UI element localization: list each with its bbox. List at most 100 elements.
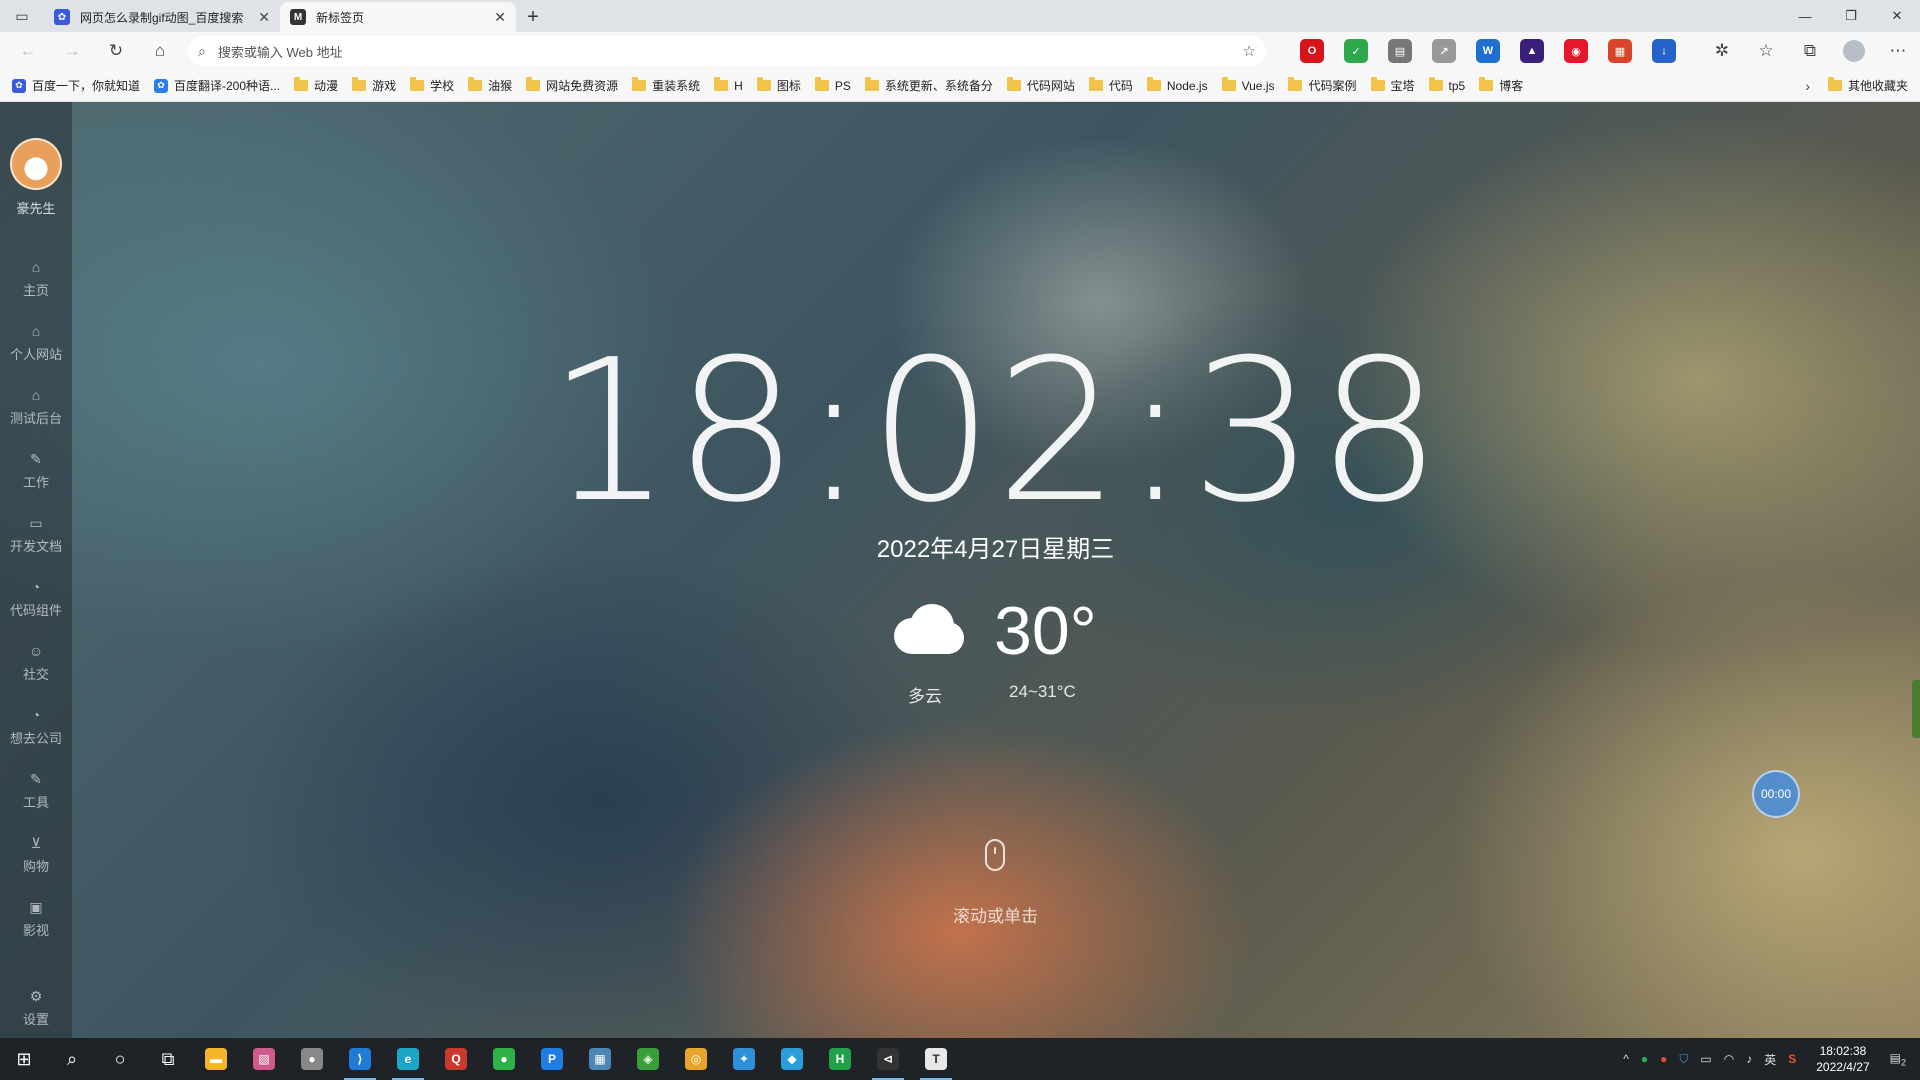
qq-icon[interactable]: Q bbox=[432, 1038, 480, 1080]
apps-ext-icon[interactable]: ▦ bbox=[1608, 39, 1632, 63]
taskbar-glyph: ○ bbox=[114, 1048, 126, 1069]
wifi-icon[interactable]: ◠ bbox=[1724, 1052, 1734, 1066]
address-placeholder: 搜索或输入 Web 地址 bbox=[217, 44, 343, 60]
address-bar[interactable]: ⌕ 搜索或输入 Web 地址 ☆ bbox=[188, 36, 1266, 66]
bookmark-item[interactable]: 宝塔 bbox=[1370, 77, 1415, 94]
taskview-icon[interactable]: ⧉ bbox=[144, 1038, 192, 1080]
new-tab-button[interactable]: + bbox=[516, 2, 550, 32]
new-tab-page[interactable]: 豪先生 ⌂ 主页 ⌂ 个人网站 ⌂ 测试后台 ✎ 工作 ▭ 开发文档 ◔ 代码组件 ☺ 社交… bbox=[0, 102, 1920, 1038]
sidebar-item-0[interactable]: ⌂ 主页 bbox=[0, 247, 72, 311]
chart-ext-icon[interactable]: ↗ bbox=[1432, 39, 1456, 63]
sidebar-item-9[interactable]: ⊻ 购物 bbox=[0, 823, 72, 887]
wechat-icon[interactable]: ● bbox=[480, 1038, 528, 1080]
restore-icon[interactable]: ❐ bbox=[1828, 0, 1874, 32]
battery-icon[interactable]: ▭ bbox=[1700, 1052, 1711, 1066]
hbuilder-icon[interactable]: H bbox=[816, 1038, 864, 1080]
home-button-icon[interactable]: ⌂ bbox=[138, 32, 182, 70]
download-ext-icon[interactable]: ↓ bbox=[1652, 39, 1676, 63]
qq-tray-icon[interactable]: ● bbox=[1660, 1052, 1667, 1066]
bookmark-item[interactable]: Vue.js bbox=[1221, 77, 1274, 93]
bookmark-item[interactable]: 图标 bbox=[756, 77, 801, 94]
vscode-icon[interactable]: ⟩ bbox=[336, 1038, 384, 1080]
bookmark-item[interactable]: H bbox=[714, 77, 743, 93]
bookmarks-overflow-icon[interactable]: › bbox=[1805, 78, 1810, 94]
bookmark-item[interactable]: 代码 bbox=[1088, 77, 1133, 94]
add-favorite-icon[interactable]: ☆ bbox=[1243, 42, 1256, 60]
baidu-paw-icon: ✿ bbox=[54, 9, 70, 25]
bookmark-item[interactable]: 网站免费资源 bbox=[526, 77, 618, 94]
word-ext-icon[interactable]: W bbox=[1476, 39, 1500, 63]
cortana-icon[interactable]: ○ bbox=[96, 1038, 144, 1080]
back-icon[interactable]: ← bbox=[6, 32, 50, 70]
bookmark-item[interactable]: 重装系统 bbox=[632, 77, 700, 94]
wechat-tray-icon[interactable]: ● bbox=[1641, 1052, 1648, 1066]
bookmark-item[interactable]: PS bbox=[814, 77, 851, 93]
search-icon[interactable]: ⌕ bbox=[48, 1038, 96, 1080]
bookmark-item[interactable]: 系统更新、系统备分 bbox=[864, 77, 993, 94]
share-app-icon[interactable]: ✦ bbox=[720, 1038, 768, 1080]
opera-icon[interactable]: O bbox=[1300, 39, 1324, 63]
taskbar-clock[interactable]: 18:02:38 2022/4/27 bbox=[1816, 1043, 1869, 1075]
sogou-ime-icon[interactable]: S bbox=[1788, 1052, 1796, 1066]
typora-icon[interactable]: T bbox=[912, 1038, 960, 1080]
mouse-scroll-icon[interactable] bbox=[985, 839, 1005, 871]
chat-app-icon[interactable]: ● bbox=[288, 1038, 336, 1080]
notification-center-icon[interactable]: ▤2 bbox=[1890, 1051, 1906, 1067]
tab-1[interactable]: M 新标签页 ✕ bbox=[280, 2, 516, 32]
close-window-icon[interactable]: ✕ bbox=[1874, 0, 1920, 32]
sidebar-item-8[interactable]: ✎ 工具 bbox=[0, 759, 72, 823]
bookmark-item[interactable]: 游戏 bbox=[352, 77, 396, 94]
bookmark-item[interactable]: 动漫 bbox=[294, 77, 338, 94]
file-explorer-icon[interactable]: ▬ bbox=[192, 1038, 240, 1080]
bookmark-item[interactable]: ✿ 百度翻译-200种语... bbox=[154, 77, 280, 94]
bookmark-item[interactable]: 博客 bbox=[1479, 77, 1523, 94]
folder-icon bbox=[468, 77, 483, 91]
profile-icon[interactable] bbox=[1832, 40, 1876, 62]
start-icon[interactable]: ⊞ bbox=[0, 1038, 48, 1080]
taskbar-glyph: T bbox=[925, 1048, 947, 1070]
extensions-icon[interactable]: ✲ bbox=[1700, 41, 1744, 61]
photo-app-icon[interactable]: ▧ bbox=[240, 1038, 288, 1080]
tab-actions-icon[interactable]: ▭ bbox=[0, 0, 44, 32]
sidebar-item-5[interactable]: ◔ 代码组件 bbox=[0, 567, 72, 631]
refresh-icon[interactable]: ↻ bbox=[94, 32, 138, 70]
sidebar-item-settings[interactable]: ⚙ 设置 bbox=[0, 988, 72, 1028]
p-app-icon[interactable]: P bbox=[528, 1038, 576, 1080]
sidebar-item-7[interactable]: ◔ 想去公司 bbox=[0, 695, 72, 759]
forward-icon[interactable]: → bbox=[50, 32, 94, 70]
close-tab-icon[interactable]: ✕ bbox=[258, 9, 270, 26]
bookmark-item[interactable]: 油猴 bbox=[468, 77, 512, 94]
bookmark-item[interactable]: 学校 bbox=[410, 77, 454, 94]
terminal-app-icon[interactable]: ⊲ bbox=[864, 1038, 912, 1080]
bookmark-item[interactable]: ✿ 百度一下，你就知道 bbox=[12, 77, 140, 94]
volume-icon[interactable]: ♪ bbox=[1746, 1052, 1752, 1066]
ime-indicator[interactable]: 英 bbox=[1764, 1051, 1776, 1068]
collections-icon[interactable]: ⧉ bbox=[1788, 41, 1832, 61]
tab-0[interactable]: ✿ 网页怎么录制gif动图_百度搜索 ✕ bbox=[44, 2, 280, 32]
reader-ext-icon[interactable]: ▤ bbox=[1388, 39, 1412, 63]
minimize-icon[interactable]: — bbox=[1782, 0, 1828, 32]
sidebar-item-6[interactable]: ☺ 社交 bbox=[0, 631, 72, 695]
tray-overflow-icon[interactable]: ^ bbox=[1623, 1052, 1629, 1066]
cube-app-icon[interactable]: ◆ bbox=[768, 1038, 816, 1080]
side-panel-handle[interactable] bbox=[1912, 680, 1920, 738]
purple-ext-icon[interactable]: ▲ bbox=[1520, 39, 1544, 63]
timer-button[interactable]: 00:00 bbox=[1752, 770, 1800, 818]
other-bookmarks[interactable]: 其他收藏夹 bbox=[1827, 77, 1908, 94]
chrome-like-icon[interactable]: ◎ bbox=[672, 1038, 720, 1080]
favorites-icon[interactable]: ☆ bbox=[1744, 41, 1788, 61]
bookmark-item[interactable]: 代码网站 bbox=[1006, 77, 1075, 94]
edge-icon[interactable]: e bbox=[384, 1038, 432, 1080]
security-tray-icon[interactable]: ⛉ bbox=[1679, 1052, 1688, 1067]
avatar[interactable] bbox=[10, 138, 62, 190]
more-icon[interactable]: ⋯ bbox=[1876, 41, 1920, 61]
bookmark-item[interactable]: tp5 bbox=[1428, 77, 1465, 93]
bookmark-item[interactable]: 代码案例 bbox=[1288, 77, 1357, 94]
weibo-ext-icon[interactable]: ◉ bbox=[1564, 39, 1588, 63]
bookmark-label: 油猴 bbox=[488, 79, 513, 93]
shield-ext-icon[interactable]: ✓ bbox=[1344, 39, 1368, 63]
bookmark-item[interactable]: Node.js bbox=[1146, 77, 1208, 93]
close-tab-icon[interactable]: ✕ bbox=[494, 9, 506, 26]
network-app-icon[interactable]: ▦ bbox=[576, 1038, 624, 1080]
game-app-icon[interactable]: ◈ bbox=[624, 1038, 672, 1080]
